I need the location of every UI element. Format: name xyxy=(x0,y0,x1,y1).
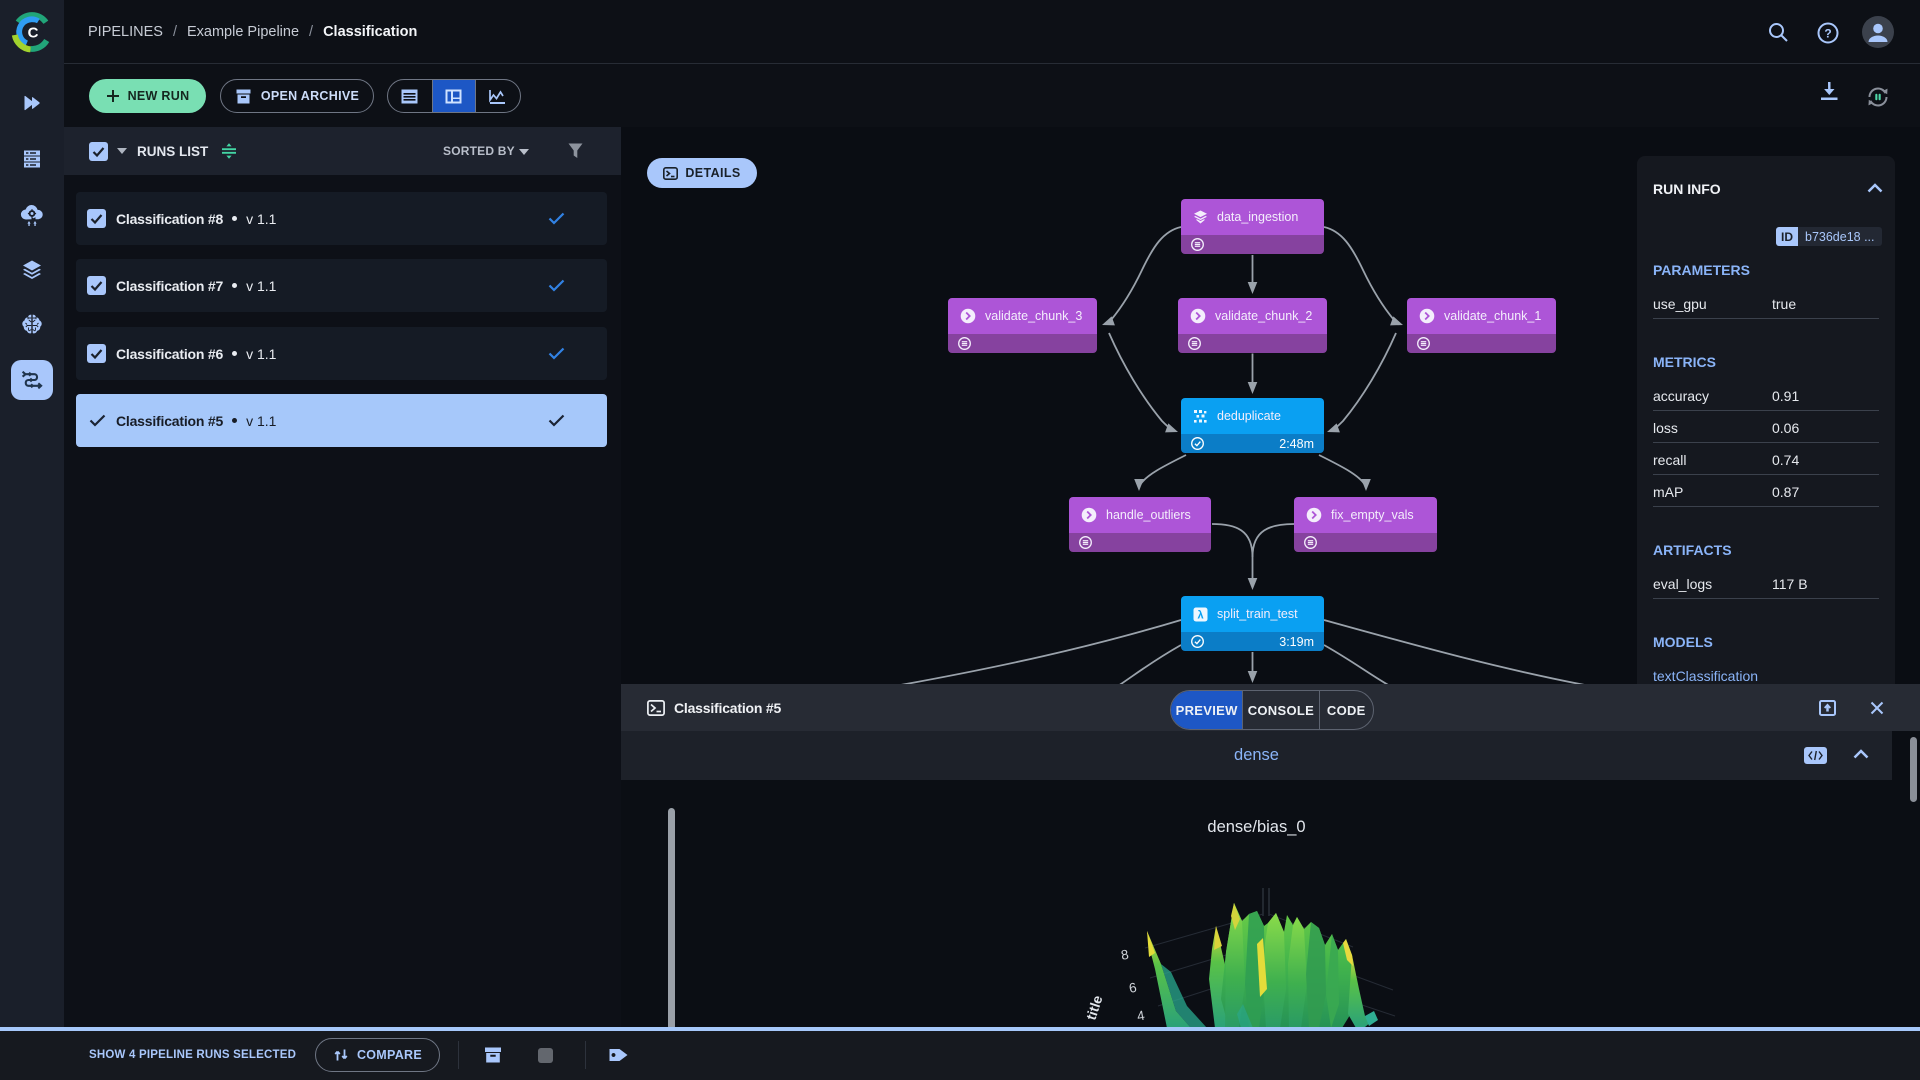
svg-text:?: ? xyxy=(1824,27,1831,41)
svg-text:λ: λ xyxy=(1197,609,1203,621)
svg-text:title: title xyxy=(1083,993,1106,1022)
svg-text:8: 8 xyxy=(1120,947,1130,963)
svg-text:6: 6 xyxy=(1128,980,1138,996)
svg-text:4: 4 xyxy=(1136,1008,1146,1024)
svg-text:C: C xyxy=(28,25,39,42)
